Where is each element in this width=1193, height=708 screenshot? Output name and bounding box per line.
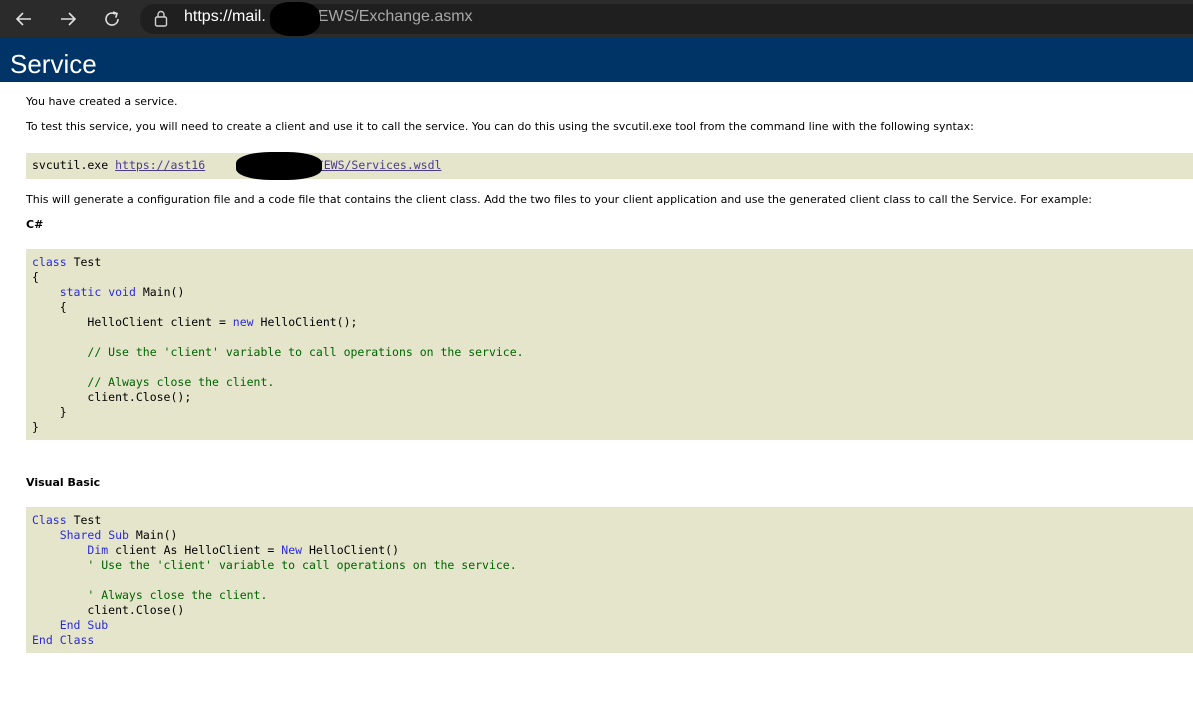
- forward-button[interactable]: [54, 5, 82, 33]
- refresh-icon: [105, 11, 119, 26]
- redaction-mark: [236, 152, 322, 180]
- svcutil-command: svcutil.exe: [32, 158, 109, 172]
- csharp-code-block: class Test{ static void Main() { HelloCl…: [26, 249, 1193, 440]
- redaction-mark: [270, 2, 320, 36]
- vb-heading: Visual Basic: [26, 476, 101, 489]
- vb-code-block: Class Test Shared Sub Main() Dim client …: [26, 507, 1193, 653]
- svcutil-box: svcutil.exe https://ast16:444/EWS/Servic…: [26, 153, 1193, 179]
- csharp-code: class Test{ static void Main() { HelloCl…: [32, 255, 524, 434]
- intro-text: You have created a service.: [26, 95, 178, 108]
- vb-code: Class Test Shared Sub Main() Dim client …: [32, 513, 517, 647]
- lock-icon[interactable]: [154, 10, 168, 27]
- instructions-text: To test this service, you will need to c…: [26, 120, 974, 133]
- back-button[interactable]: [10, 5, 38, 33]
- refresh-button[interactable]: [98, 5, 126, 33]
- generate-text: This will generate a configuration file …: [26, 193, 1092, 206]
- arrow-left-icon: [15, 12, 31, 26]
- page-title: Service: [10, 49, 97, 79]
- page-header: Service: [0, 38, 1193, 82]
- url-text[interactable]: https://mail. EWS/Exchange.asmx: [184, 8, 473, 26]
- arrow-right-icon: [61, 12, 77, 26]
- csharp-heading: C#: [26, 218, 44, 231]
- browser-toolbar: https://mail. EWS/Exchange.asmx: [0, 0, 1193, 38]
